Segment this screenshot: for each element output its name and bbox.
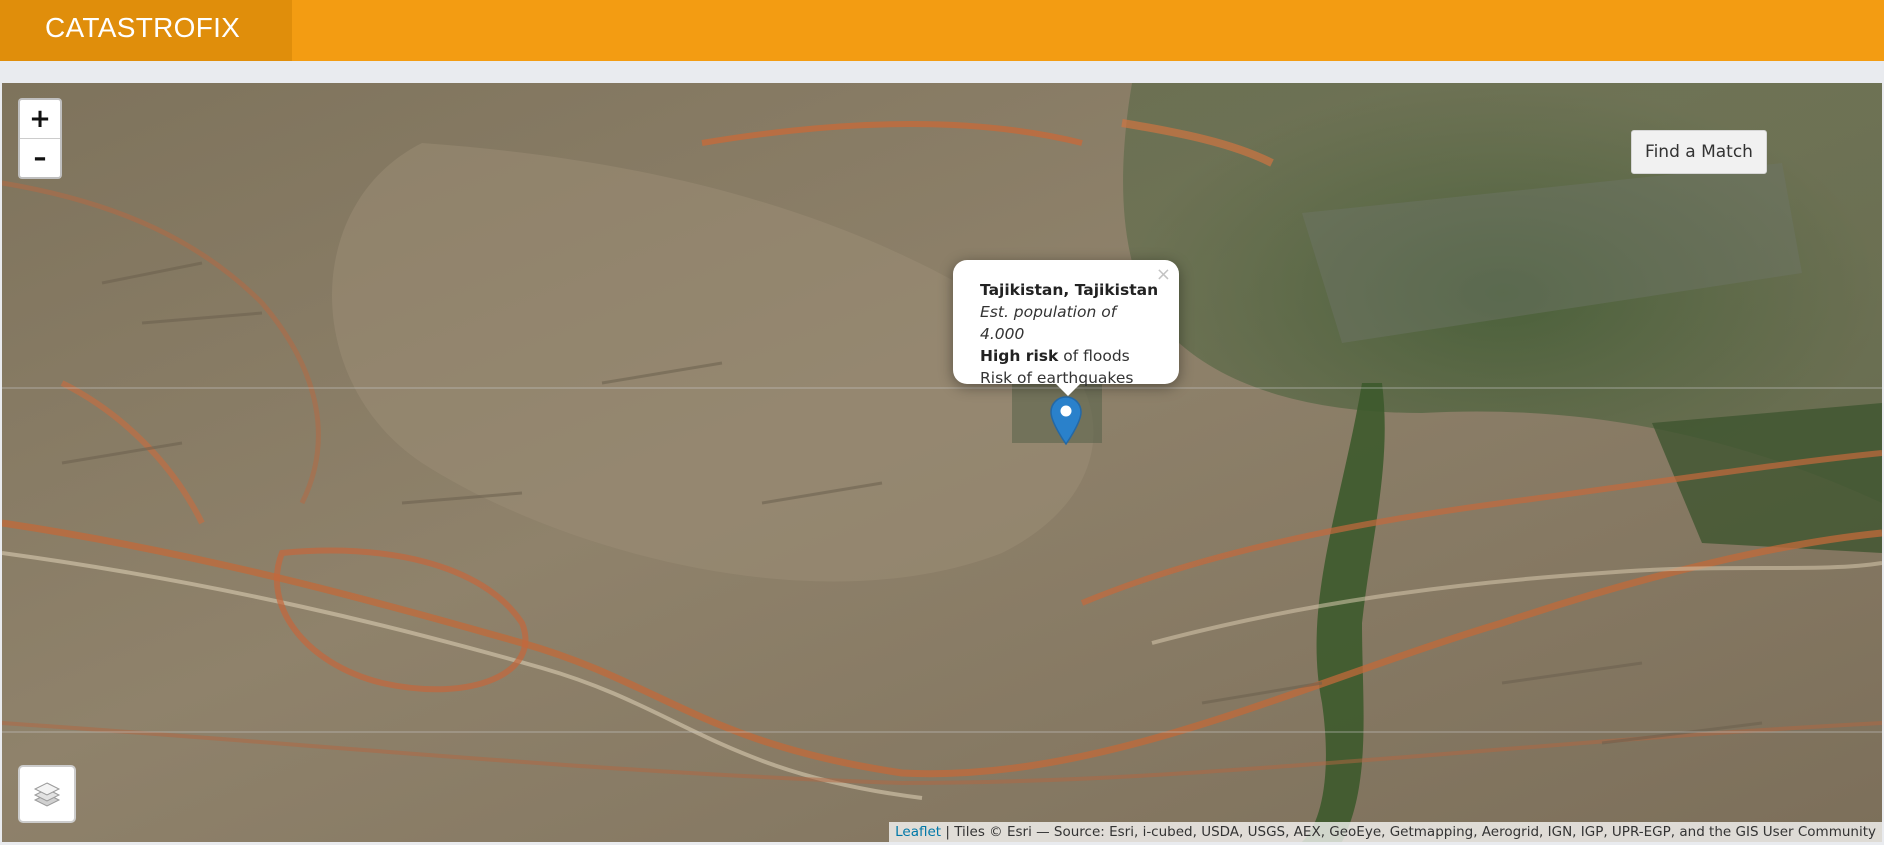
popup-title: Tajikistan, Tajikistan bbox=[980, 281, 1159, 299]
top-navbar: CATASTROFIX bbox=[0, 0, 1884, 61]
zoom-in-button[interactable]: + bbox=[20, 100, 60, 139]
popup-close-button[interactable]: × bbox=[1156, 264, 1171, 286]
layers-icon bbox=[33, 782, 61, 807]
layers-control-button[interactable] bbox=[18, 765, 76, 823]
map-pin-icon[interactable] bbox=[1050, 396, 1082, 451]
popup-risk-type: of floods bbox=[1058, 347, 1130, 365]
zoom-control: + – bbox=[18, 98, 62, 179]
attribution-text: | Tiles © Esri — Source: Esri, i-cubed, … bbox=[941, 824, 1876, 840]
popup-population: Est. population of 4.000 bbox=[980, 303, 1117, 343]
map-attribution: Leaflet | Tiles © Esri — Source: Esri, i… bbox=[889, 822, 1882, 842]
popup-tip bbox=[1055, 383, 1081, 396]
leaflet-link[interactable]: Leaflet bbox=[895, 824, 941, 840]
popup-risk-level: High risk bbox=[980, 347, 1059, 365]
brand-logo[interactable]: CATASTROFIX bbox=[0, 0, 292, 61]
find-match-button[interactable]: Find a Match bbox=[1631, 130, 1767, 174]
satellite-imagery bbox=[2, 83, 1882, 842]
map-container[interactable]: + – Find a Match × Tajikistan, Tajikista… bbox=[2, 83, 1882, 842]
location-popup: × Tajikistan, Tajikistan Est. population… bbox=[953, 260, 1179, 387]
zoom-out-button[interactable]: – bbox=[20, 139, 60, 177]
